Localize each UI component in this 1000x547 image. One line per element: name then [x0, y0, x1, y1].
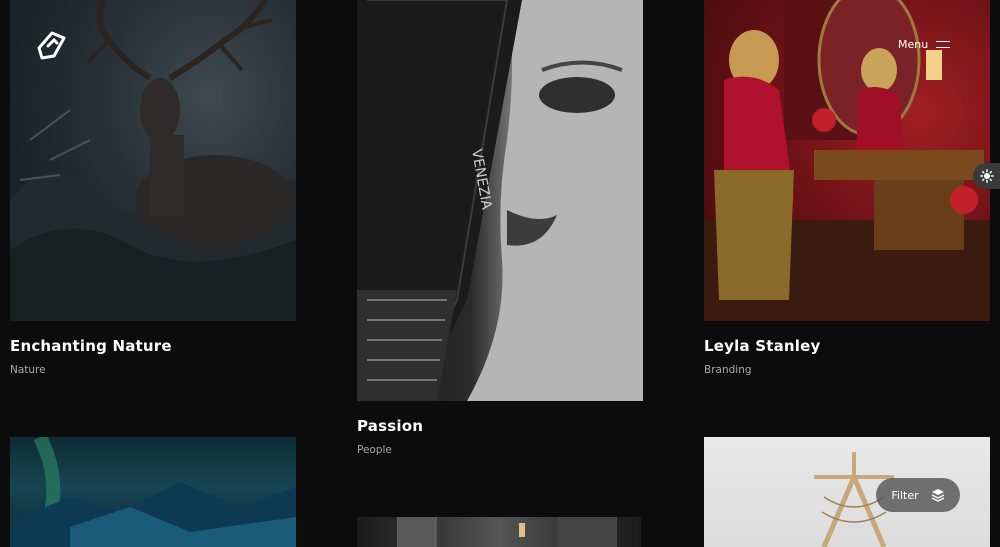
portfolio-thumb-interior[interactable]	[357, 517, 641, 547]
portfolio-title[interactable]: Passion	[357, 417, 423, 435]
portfolio-thumb-passion[interactable]: VENEZIA	[357, 0, 643, 401]
logo-mark-icon[interactable]	[34, 28, 68, 62]
portfolio-title[interactable]: Leyla Stanley	[704, 337, 820, 355]
sun-icon	[979, 169, 994, 183]
passion-photo: VENEZIA	[357, 0, 643, 401]
portfolio-category[interactable]: People	[357, 444, 392, 456]
hamburger-icon	[936, 40, 951, 50]
menu-label: Menu	[898, 38, 929, 51]
portfolio-title[interactable]: Enchanting Nature	[10, 337, 172, 355]
filter-button[interactable]: Filter	[876, 478, 960, 512]
menu-button[interactable]: Menu	[898, 38, 951, 51]
filter-label: Filter	[891, 488, 919, 502]
portfolio-thumb-aurora[interactable]	[10, 437, 296, 547]
layers-icon	[931, 489, 944, 502]
portfolio-page: Enchanting Nature Nature VENEZIA Passion…	[0, 0, 1000, 547]
theme-toggle-button[interactable]	[973, 163, 1000, 189]
portfolio-category[interactable]: Nature	[10, 364, 46, 376]
interior-photo	[397, 517, 617, 547]
aurora-photo	[10, 437, 296, 547]
portfolio-category[interactable]: Branding	[704, 364, 752, 376]
